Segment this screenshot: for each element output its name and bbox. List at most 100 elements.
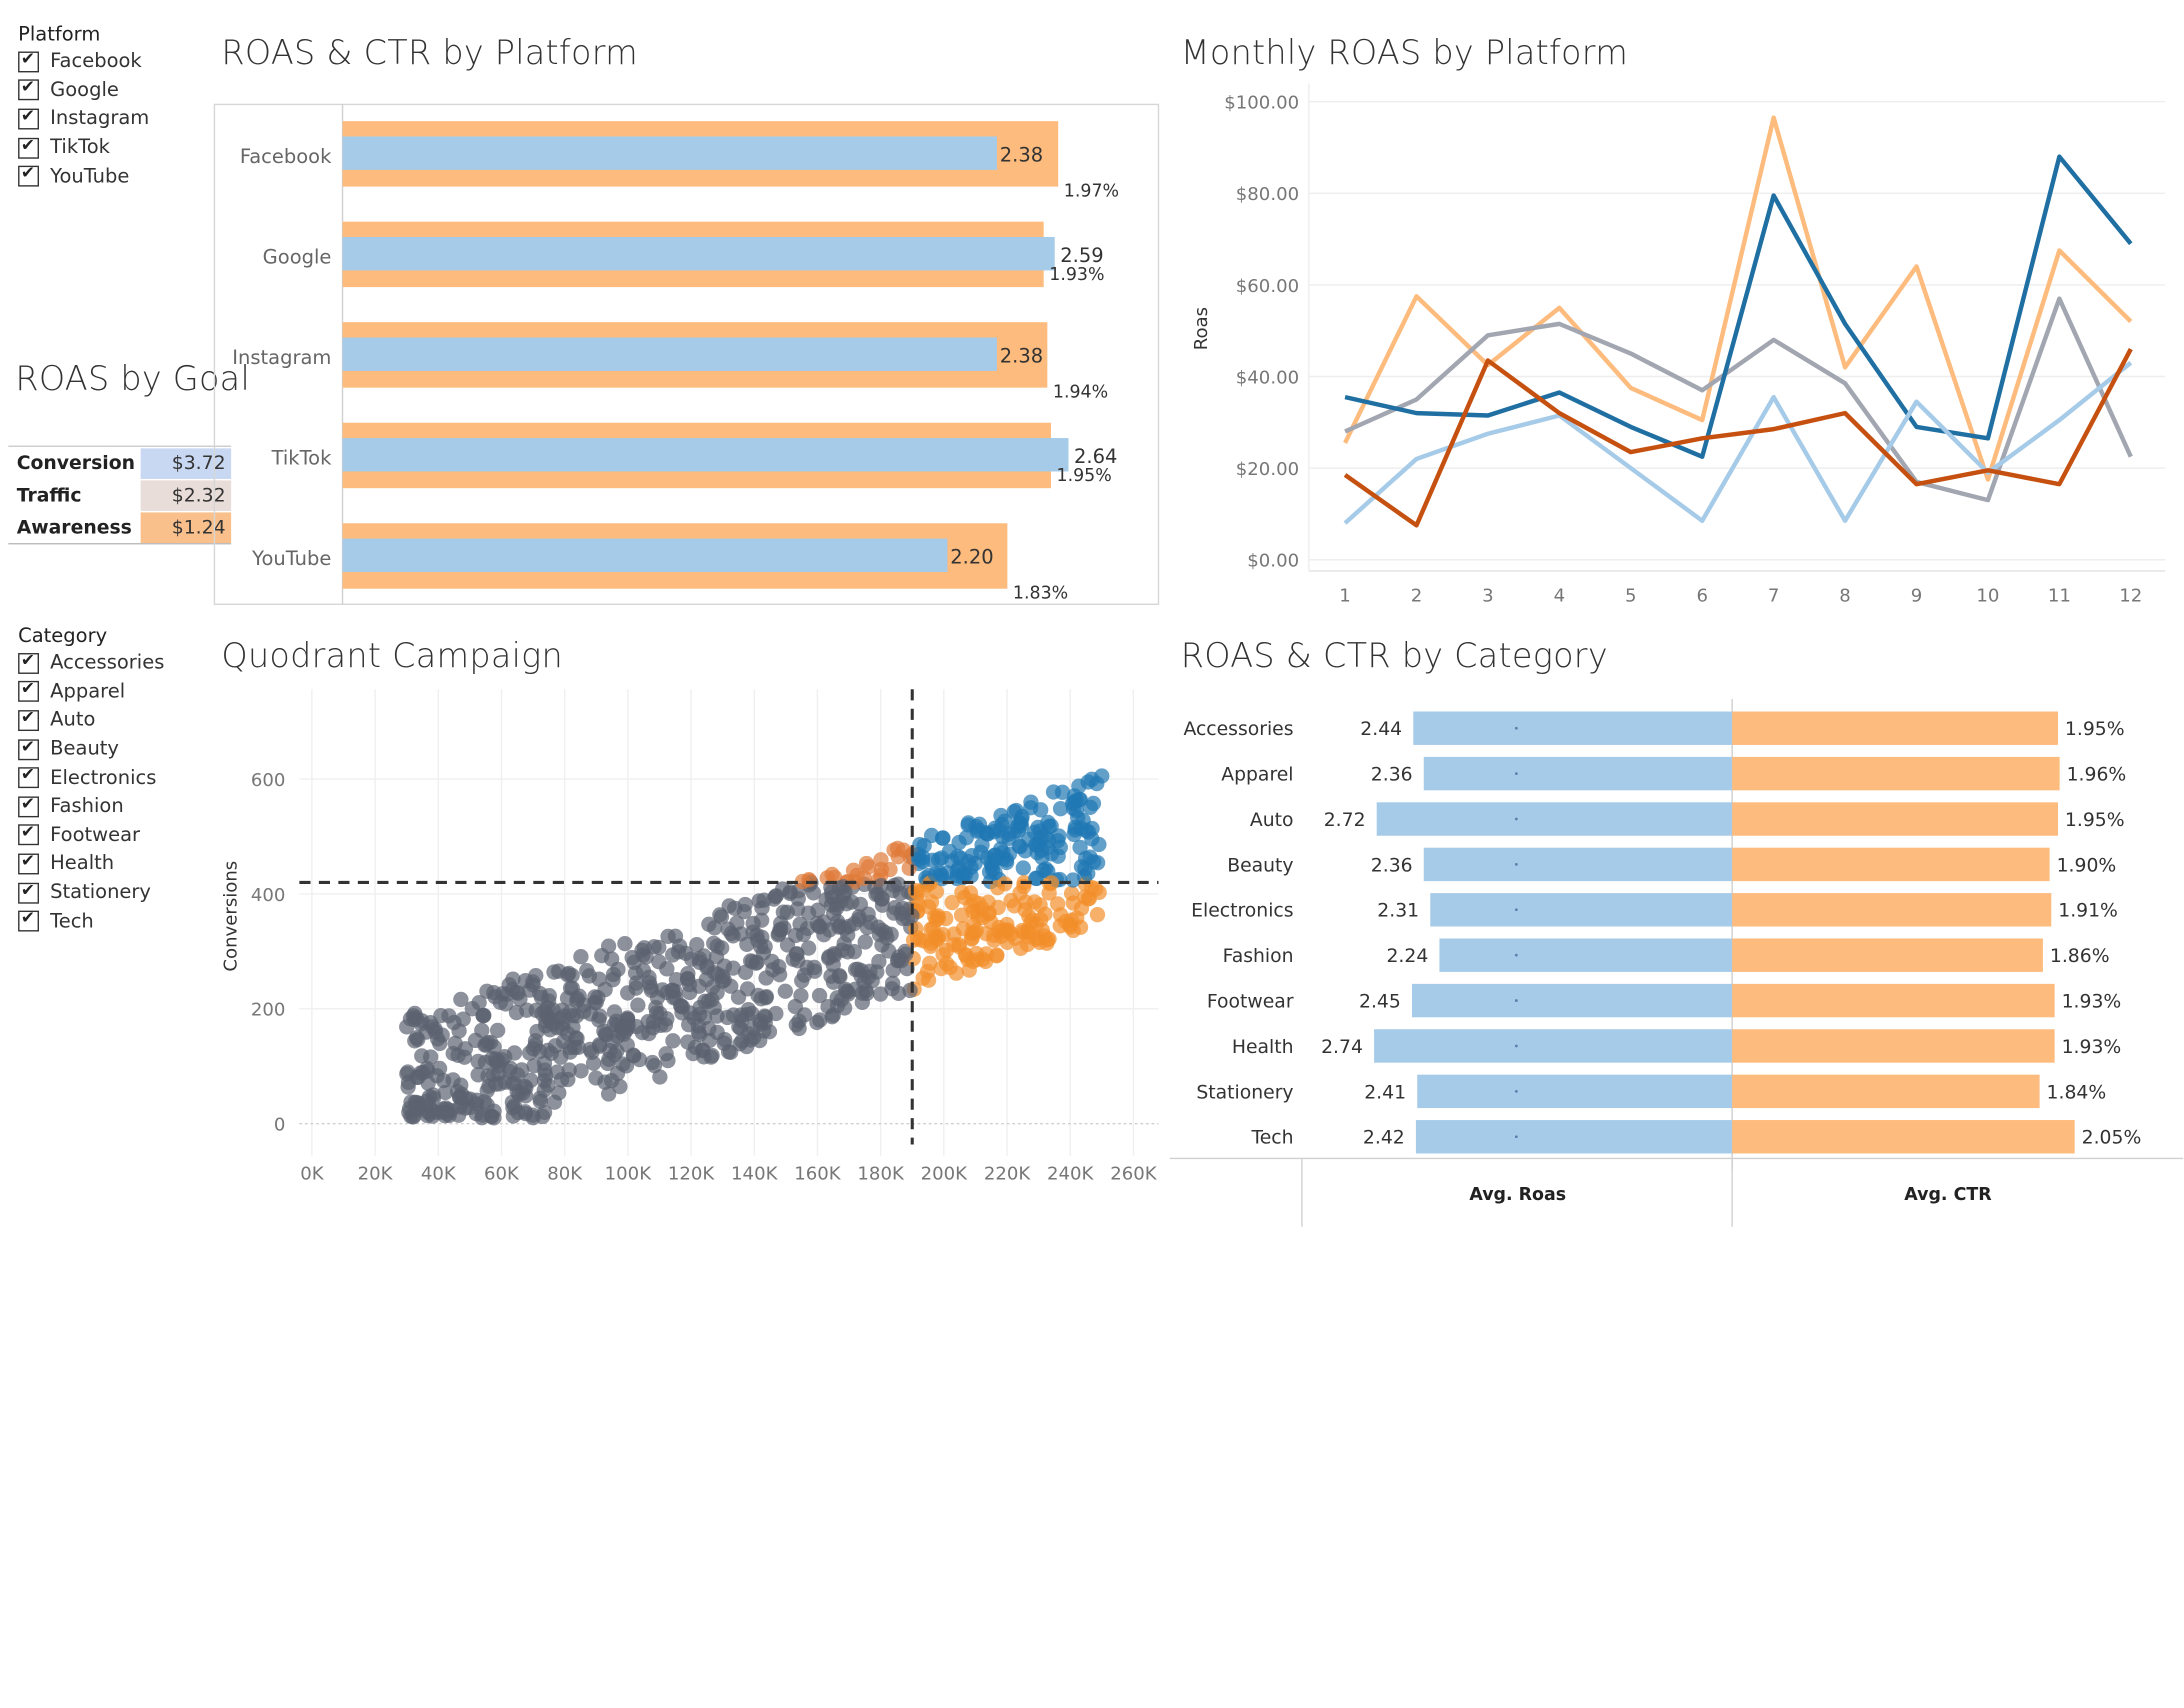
scatter-point	[475, 1008, 491, 1024]
roas-value-label: 2.42	[1363, 1128, 1405, 1149]
scatter-point	[549, 1020, 566, 1036]
scatter-point	[641, 975, 658, 991]
scatter-point	[532, 1093, 549, 1110]
scatter-point	[602, 1043, 618, 1059]
scatter-point	[821, 949, 837, 965]
ctr-value-label: 1.95%	[1057, 466, 1112, 486]
scatter-point	[853, 968, 869, 984]
monthly-line-chart: $0.00 $20.00 $40.00 $60.00 $80.00 $100.00 Roas…	[1191, 83, 2166, 607]
roas-bar	[1415, 1120, 1733, 1154]
x-tick-label: 1	[1339, 586, 1351, 607]
scatter-point	[549, 1064, 565, 1080]
scatter-point	[1067, 822, 1083, 838]
x-tick-label: 8	[1839, 586, 1851, 607]
roas-bar	[1413, 711, 1733, 745]
scatter-point	[831, 919, 847, 935]
scatter-point	[938, 955, 955, 972]
scatter-point	[646, 1057, 663, 1074]
y-tick-label: $20.00	[1236, 459, 1299, 480]
scatter-point	[752, 1013, 768, 1029]
scatter-point	[768, 888, 784, 904]
scatter-point	[1023, 794, 1039, 810]
scatter-point	[716, 1035, 732, 1051]
roas-bar	[342, 136, 997, 170]
roas-value-label: 2.31	[1377, 901, 1419, 922]
scatter-point	[610, 961, 626, 978]
scatter-point	[824, 889, 840, 905]
scatter-point	[725, 1007, 742, 1023]
scatter-point	[811, 987, 828, 1004]
y-tick-label: 400	[251, 885, 286, 906]
scatter-point	[477, 1037, 493, 1053]
scatter-point	[873, 878, 889, 894]
roas-bar	[342, 538, 948, 572]
scatter-point	[794, 973, 810, 989]
ctr-bar	[1732, 802, 2058, 836]
x-tick-label: 40K	[421, 1163, 457, 1184]
category-label: Fashion	[1223, 946, 1294, 967]
scatter-point	[800, 940, 817, 956]
scatter-point	[834, 942, 850, 958]
category-label: Accessories	[1183, 719, 1293, 740]
ctr-value-label: 1.93%	[1049, 265, 1104, 285]
scatter-point	[1084, 820, 1100, 837]
scatter-point	[630, 997, 646, 1013]
ctr-value-label: 1.97%	[1064, 181, 1119, 201]
y-axis-title: Conversions	[221, 861, 242, 972]
x-tick-label: 4	[1554, 586, 1566, 607]
scatter-point	[664, 982, 680, 998]
ctr-bar	[1732, 983, 2055, 1018]
scatter-point	[488, 1051, 504, 1067]
scatter-point	[1077, 850, 1094, 867]
x-tick-label: 12	[2119, 586, 2142, 607]
ctr-bar	[1732, 711, 2058, 745]
ctr-bar	[1732, 1029, 2055, 1063]
scatter-point	[604, 1072, 620, 1089]
roas-value-label: 2.72	[1324, 810, 1366, 831]
scatter-point	[801, 872, 817, 888]
scatter-point	[631, 1051, 648, 1068]
roas-value-label: 2.20	[950, 546, 993, 569]
bar-marker	[1514, 726, 1518, 730]
category-bar-chart: Accessories 2.44 1.95% Apparel 2.36 1.96% Auto…	[1169, 698, 2184, 1227]
roas-value-label: 2.38	[1000, 345, 1043, 368]
scatter-point	[712, 907, 728, 923]
scatter-point	[429, 1068, 445, 1084]
series-line	[1343, 360, 2133, 525]
scatter-point	[973, 844, 989, 860]
scatter-point	[498, 996, 514, 1012]
scatter-point	[660, 928, 676, 945]
scatter-point	[938, 910, 954, 927]
scatter-point	[455, 1011, 471, 1027]
ctr-bar	[1732, 938, 2043, 972]
scatter-point	[658, 1046, 674, 1062]
roas-value-label: 2.36	[1371, 855, 1413, 876]
roas-bar	[342, 337, 997, 371]
x-tick-label: 160K	[794, 1163, 842, 1184]
series-line	[1343, 348, 2133, 528]
scatter-point	[932, 865, 948, 881]
roas-bar	[1417, 1074, 1733, 1109]
scatter-point	[971, 816, 988, 832]
scatter-point	[628, 980, 644, 996]
scatter-point	[576, 997, 592, 1013]
scatter-point	[695, 1042, 711, 1058]
scatter-point	[450, 1107, 467, 1123]
scatter-point	[546, 1094, 563, 1110]
scatter-point	[1057, 913, 1074, 930]
scatter-point	[753, 991, 769, 1007]
scatter-point	[1007, 823, 1023, 840]
ctr-value-label: 1.93%	[2062, 992, 2122, 1013]
scatter-point	[550, 963, 567, 979]
scatter-point	[1066, 794, 1082, 811]
scatter-point	[958, 830, 974, 846]
scatter-point	[474, 1107, 491, 1123]
ctr-bar	[1732, 1120, 2075, 1154]
series-line	[1344, 154, 2133, 459]
ctr-bar	[1732, 1074, 2040, 1109]
category-label: Tech	[1250, 1128, 1293, 1149]
ctr-value-label: 2.05%	[2082, 1128, 2142, 1149]
scatter-point	[697, 993, 713, 1009]
scatter-point	[874, 937, 890, 953]
scatter-point	[673, 997, 689, 1014]
